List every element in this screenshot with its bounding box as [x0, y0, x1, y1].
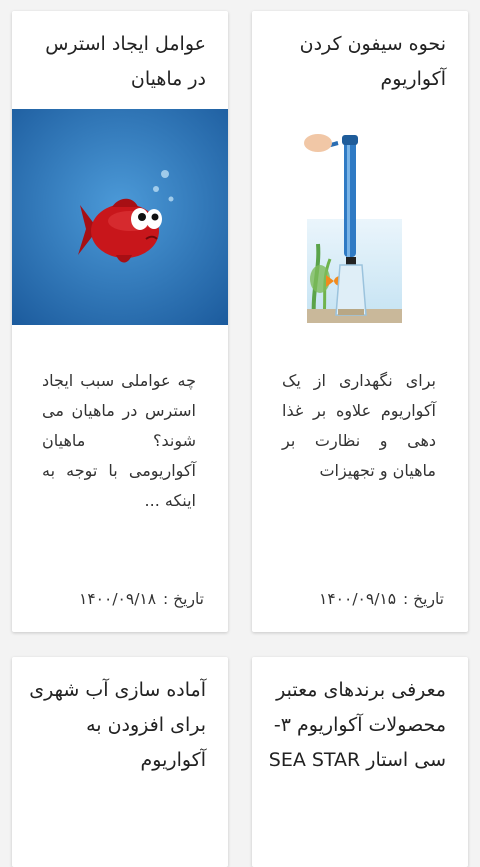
post-excerpt: برای نگهداری از یک آکواریوم علاوه بر غذا…	[282, 371, 436, 480]
post-title[interactable]: معرفی برندهای معتبر محصولات آکواریوم ۳- …	[252, 657, 468, 778]
date-value: ۱۴۰۰/۰۹/۱۵	[319, 590, 397, 608]
post-date: تاریخ : ۱۴۰۰/۰۹/۱۵	[276, 590, 444, 608]
post-card-fish-stress[interactable]: عوامل ایجاد استرس در ماهیان چه عواملی سب…	[12, 11, 228, 632]
post-excerpt: چه عواملی سبب ایجاد استرس در ماهیان می ش…	[42, 371, 196, 510]
date-label: تاریخ :	[403, 590, 444, 608]
date-label: تاریخ :	[163, 590, 204, 608]
stressed-red-fish-illustration-icon	[12, 109, 228, 325]
post-card-sea-star[interactable]: معرفی برندهای معتبر محصولات آکواریوم ۳- …	[252, 657, 468, 867]
post-date: تاریخ : ۱۴۰۰/۰۹/۱۸	[36, 590, 204, 608]
post-title[interactable]: نحوه سیفون کردن آکواریوم	[252, 11, 468, 97]
post-title[interactable]: آماده سازی آب شهری برای افزودن به آکواری…	[12, 657, 228, 778]
post-title[interactable]: عوامل ایجاد استرس در ماهیان	[12, 11, 228, 97]
post-card-tap-water[interactable]: آماده سازی آب شهری برای افزودن به آکواری…	[12, 657, 228, 867]
post-image[interactable]	[12, 109, 228, 325]
post-image[interactable]	[252, 119, 468, 336]
post-grid: نحوه سیفون کردن آکواریوم برای نگهداری از…	[0, 0, 480, 867]
date-value: ۱۴۰۰/۰۹/۱۸	[79, 590, 157, 608]
aquarium-siphon-illustration-icon	[252, 119, 468, 336]
post-card-siphon[interactable]: نحوه سیفون کردن آکواریوم برای نگهداری از…	[252, 11, 468, 632]
